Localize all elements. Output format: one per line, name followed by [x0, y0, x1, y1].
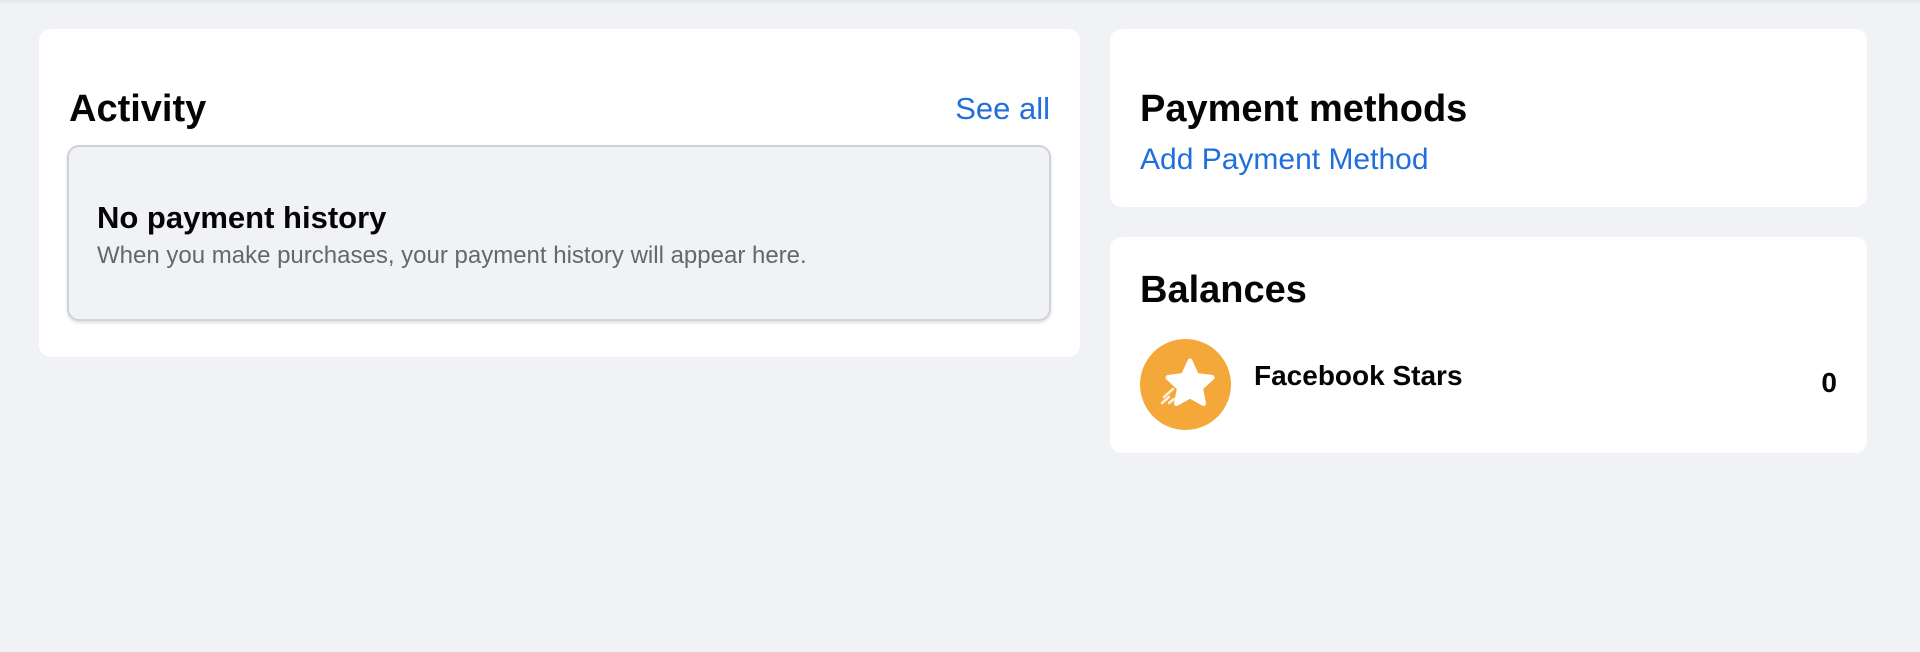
activity-card: Activity See all No payment history When… — [39, 29, 1080, 357]
add-payment-method-link[interactable]: Add Payment Method — [1140, 141, 1429, 179]
top-bar-shadow — [0, 0, 1920, 5]
empty-state-title: No payment history — [97, 200, 387, 235]
star-icon — [1140, 339, 1231, 430]
payment-methods-title: Payment methods — [1140, 88, 1468, 130]
balances-title: Balances — [1140, 269, 1307, 311]
activity-title: Activity — [69, 88, 207, 130]
empty-state-text: When you make purchases, your payment hi… — [97, 242, 807, 269]
balances-card: Balances Facebook Stars 0 — [1110, 237, 1867, 453]
balance-value: 0 — [1821, 367, 1837, 398]
empty-payment-history-box: No payment history When you make purchas… — [67, 145, 1051, 321]
balance-name: Facebook Stars — [1254, 360, 1463, 391]
see-all-link[interactable]: See all — [955, 89, 1050, 129]
payment-methods-card: Payment methods Add Payment Method — [1110, 29, 1867, 207]
